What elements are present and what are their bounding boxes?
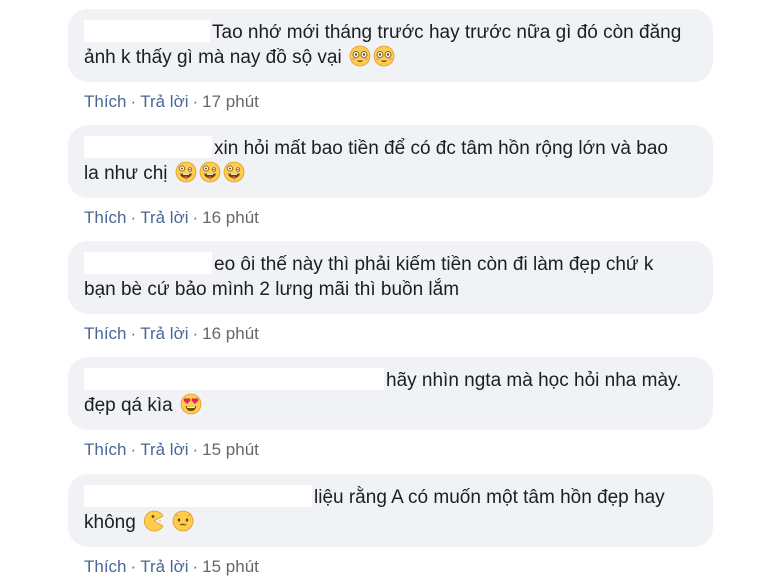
comment-actions: Thích · Trả lời · 16 phút (68, 322, 718, 346)
comment-item: xin hỏi mất bao tiền để có đc tâm hồn rộ… (68, 125, 718, 230)
reply-link[interactable]: Trả lời (140, 208, 188, 227)
comment-actions: Thích · Trả lời · 17 phút (68, 90, 718, 114)
like-link[interactable]: Thích (84, 208, 127, 227)
comment-text-line1: liệu rằng A có muốn một tâm hồn đẹp hay (314, 487, 665, 508)
comment-timestamp[interactable]: 16 phút (202, 208, 259, 227)
separator-dot: · (130, 557, 137, 576)
separator-dot: · (192, 208, 199, 227)
comment-text-line2: ảnh k thấy gì mà nay đồ sộ vại (84, 47, 342, 68)
comment-bubble: Tao nhớ mới tháng trước hay trước nữa gì… (68, 9, 713, 82)
reply-link[interactable]: Trả lời (140, 92, 188, 111)
comment-item: liệu rằng A có muốn một tâm hồn đẹp hay … (68, 474, 718, 579)
flushed-face-icon (349, 45, 371, 67)
comment-timestamp[interactable]: 15 phút (202, 557, 259, 576)
comment-text-line1: Tao nhớ mới tháng trước hay trước nữa gì… (212, 22, 682, 43)
zany-face-icon (175, 161, 197, 183)
reply-link[interactable]: Trả lời (140, 324, 188, 343)
heart-eyes-icon (180, 393, 202, 415)
like-link[interactable]: Thích (84, 440, 127, 459)
comment-text-line2: bạn bè cứ bảo mình 2 lưng mãi thì buồn l… (84, 279, 460, 300)
separator-dot: · (130, 208, 137, 227)
comment-text-line1: hãy nhìn ngta mà học hỏi nha mày. (386, 370, 682, 391)
zany-face-icon (199, 161, 221, 183)
like-link[interactable]: Thích (84, 324, 127, 343)
separator-dot: · (192, 440, 199, 459)
commenter-name-redacted[interactable] (84, 252, 212, 274)
commenter-name-redacted[interactable] (84, 368, 384, 390)
like-link[interactable]: Thích (84, 557, 127, 576)
zany-face-icon (223, 161, 245, 183)
comment-bubble: xin hỏi mất bao tiền để có đc tâm hồn rộ… (68, 125, 713, 198)
separator-dot: · (192, 92, 199, 111)
comment-item: eo ôi thế này thì phải kiếm tiền còn đi … (68, 241, 718, 346)
comment-actions: Thích · Trả lời · 16 phút (68, 206, 718, 230)
flushed-face-icon (373, 45, 395, 67)
reply-link[interactable]: Trả lời (140, 440, 188, 459)
commenter-name-redacted[interactable] (84, 136, 212, 158)
like-link[interactable]: Thích (84, 92, 127, 111)
comment-actions: Thích · Trả lời · 15 phút (68, 438, 718, 462)
comment-text-line1: eo ôi thế này thì phải kiếm tiền còn đi … (214, 254, 654, 275)
pacman-icon (143, 510, 165, 532)
comment-text-line2: không (84, 512, 136, 533)
reply-link[interactable]: Trả lời (140, 557, 188, 576)
comment-timestamp[interactable]: 16 phút (202, 324, 259, 343)
comment-item: Tao nhớ mới tháng trước hay trước nữa gì… (68, 9, 718, 114)
comment-text-line2: đẹp qá kìa (84, 395, 173, 416)
commenter-name-redacted[interactable] (84, 485, 312, 507)
separator-dot: · (192, 557, 199, 576)
comment-bubble: liệu rằng A có muốn một tâm hồn đẹp hay … (68, 474, 713, 547)
separator-dot: · (130, 440, 137, 459)
comment-timestamp[interactable]: 15 phút (202, 440, 259, 459)
comment-text-line1: xin hỏi mất bao tiền để có đc tâm hồn rộ… (214, 138, 668, 159)
commenter-name-redacted[interactable] (84, 20, 210, 42)
separator-dot: · (192, 324, 199, 343)
comment-actions: Thích · Trả lời · 15 phút (68, 555, 718, 579)
comment-bubble: eo ôi thế này thì phải kiếm tiền còn đi … (68, 241, 713, 314)
comment-timestamp[interactable]: 17 phút (202, 92, 259, 111)
comment-bubble: hãy nhìn ngta mà học hỏi nha mày. đẹp qá… (68, 357, 713, 430)
comment-item: hãy nhìn ngta mà học hỏi nha mày. đẹp qá… (68, 357, 718, 462)
separator-dot: · (130, 324, 137, 343)
comment-text-line2: la như chị (84, 163, 168, 184)
cute-face-icon (172, 510, 194, 532)
separator-dot: · (130, 92, 137, 111)
